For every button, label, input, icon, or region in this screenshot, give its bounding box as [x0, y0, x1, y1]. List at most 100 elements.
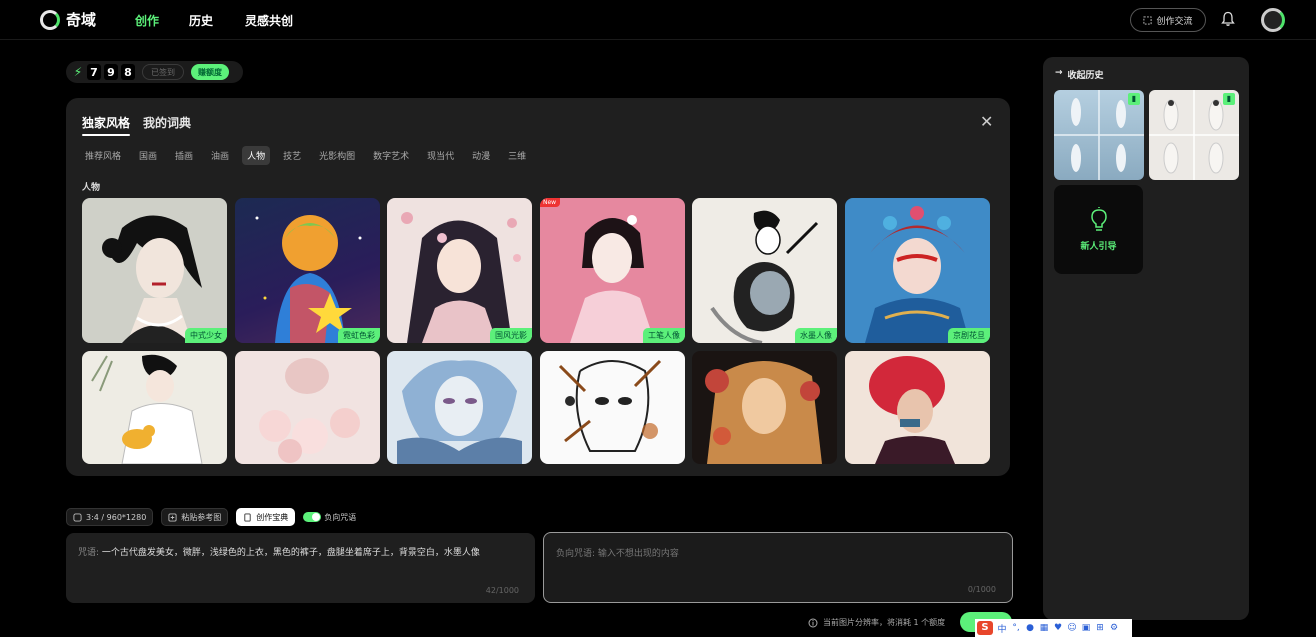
tab-exclusive-styles[interactable]: 独家风格	[82, 114, 131, 136]
book-icon	[244, 512, 251, 522]
history-thumb[interactable]: ▮	[1054, 90, 1144, 180]
history-panel: → 收起历史 ▮ ▮ 新人引导	[1043, 57, 1249, 620]
guide-label: 新人引导	[1080, 242, 1117, 252]
aspect-ratio-button[interactable]: 3:4 / 960*1280	[66, 508, 154, 526]
lightbulb-icon	[1091, 207, 1107, 231]
history-thumb[interactable]: ▮	[1149, 90, 1239, 180]
category-contemporary[interactable]: 现当代	[422, 146, 459, 165]
emoji-icon[interactable]: ☺	[1067, 623, 1077, 633]
exchange-label: 创作交流	[1156, 16, 1193, 27]
ink-splash-face-image	[558, 359, 662, 452]
grid-icon[interactable]: ⊞	[1095, 623, 1105, 633]
bookmark-icon[interactable]: ▮	[1128, 93, 1140, 105]
points-digit: 8	[121, 64, 135, 80]
portrait-image	[102, 215, 202, 343]
avatar[interactable]	[1261, 8, 1285, 32]
style-card[interactable]	[540, 351, 685, 464]
history-title: 收起历史	[1067, 71, 1104, 81]
prompt-text: 咒语: 一个古代盘发美女，微胖，浅绿色的上衣，黑色的裤子，盘腿坐着席子上，背景空…	[78, 545, 480, 558]
style-card[interactable]: 中式少女	[82, 198, 227, 343]
logo-text: 奇域	[66, 11, 97, 29]
peking-opera-image	[865, 206, 970, 343]
ime-language[interactable]: 中	[997, 622, 1007, 635]
category-digital[interactable]: 数字艺术	[368, 146, 414, 165]
style-panel: 独家风格 我的词典 ✕ 推荐风格 国画 插画 油画 人物 技艺 光影构图 数字艺…	[66, 98, 1010, 476]
style-grid: 中式少女 霓虹色彩 国风光影 New 工笔人像 水墨人像 京剧花旦	[82, 198, 990, 464]
negative-count: 0/1000	[967, 585, 996, 594]
collapse-history-button[interactable]: → 收起历史	[1055, 68, 1104, 81]
style-card[interactable]: New 工笔人像	[540, 198, 685, 343]
creation-guide-button[interactable]: 创作宝典	[236, 508, 296, 526]
negative-prompt-input[interactable]: 负向咒语: 输入不想出现的内容 0/1000	[543, 532, 1013, 603]
nav-item-inspiration[interactable]: 灵感共创	[245, 12, 293, 29]
punctuation-icon[interactable]: °,	[1011, 623, 1021, 633]
points-digit: 9	[104, 64, 118, 80]
sogou-logo-icon[interactable]: S	[977, 621, 993, 635]
red-hair-image	[869, 356, 955, 464]
negative-prompt-toggle[interactable]: 负向咒语	[303, 512, 356, 523]
category-guohua[interactable]: 国画	[134, 146, 162, 165]
signed-in-badge: 已签到	[142, 64, 184, 80]
nav-item-history[interactable]: 历史	[189, 12, 213, 29]
logo[interactable]: 奇域	[40, 9, 96, 30]
category-anime[interactable]: 动漫	[467, 146, 495, 165]
style-card[interactable]: 京剧花旦	[845, 198, 990, 343]
guofeng-girl-image	[401, 212, 521, 343]
skin-icon[interactable]: ♥	[1053, 623, 1063, 633]
category-3d[interactable]: 三维	[503, 146, 531, 165]
bell-icon[interactable]	[1221, 11, 1235, 27]
toolbox-icon[interactable]: ▣	[1081, 623, 1091, 633]
paste-reference-button[interactable]: 粘贴参考图	[161, 508, 229, 526]
style-tag: 水墨人像	[795, 328, 837, 343]
style-card[interactable]	[692, 351, 837, 464]
prompt-toolbar: 3:4 / 960*1280 粘贴参考图 创作宝典 负向咒语	[66, 508, 356, 526]
treasure-label: 创作宝典	[256, 512, 289, 522]
style-card[interactable]	[82, 351, 227, 464]
arrow-right-icon: →	[1055, 68, 1063, 78]
exchange-button[interactable]: 创作交流	[1130, 8, 1206, 32]
bookmark-icon[interactable]: ▮	[1223, 93, 1235, 105]
points-digit: 7	[87, 64, 101, 80]
style-card[interactable]	[387, 351, 532, 464]
category-oil[interactable]: 油画	[206, 146, 234, 165]
category-recommended[interactable]: 推荐风格	[80, 146, 126, 165]
autumn-girl-image	[705, 361, 822, 464]
category-people[interactable]: 人物	[242, 146, 271, 165]
newbie-guide-card[interactable]: 新人引导	[1054, 185, 1143, 274]
earn-credits-button[interactable]: 赚额度	[191, 64, 229, 80]
blue-face-image	[397, 360, 522, 464]
gongbi-portrait-image	[570, 215, 655, 343]
ref-label: 粘贴参考图	[181, 512, 222, 522]
style-card[interactable]: 水墨人像	[692, 198, 837, 343]
category-illustration[interactable]: 插画	[170, 146, 198, 165]
top-nav: 奇域 创作 历史 灵感共创 创作交流	[0, 0, 1316, 40]
style-card[interactable]	[235, 351, 380, 464]
style-card[interactable]	[845, 351, 990, 464]
settings-icon[interactable]: ⚙	[1109, 623, 1119, 633]
style-card[interactable]: 国风光影	[387, 198, 532, 343]
ime-toolbar: S 中 °, ● ▦ ♥ ☺ ▣ ⊞ ⚙	[975, 619, 1132, 637]
toggle-switch[interactable]	[303, 512, 322, 522]
category-lighting[interactable]: 光影构图	[314, 146, 360, 165]
prompt-count: 42/1000	[485, 586, 519, 595]
prompt-input[interactable]: 咒语: 一个古代盘发美女，微胖，浅绿色的上衣，黑色的裤子，盘腿坐着席子上，背景空…	[66, 533, 535, 603]
image-add-icon	[168, 512, 177, 522]
style-tag: 国风光影	[490, 328, 532, 343]
style-tag: 工笔人像	[643, 328, 685, 343]
ratio-icon	[73, 512, 82, 522]
info-icon	[808, 618, 818, 627]
duck-lady-image	[91, 354, 203, 464]
section-label: 人物	[82, 183, 101, 193]
points-pill: ⚡ 7 9 8 已签到 赚额度	[66, 61, 243, 83]
nav-item-create[interactable]: 创作	[135, 12, 159, 29]
category-craft[interactable]: 技艺	[278, 146, 306, 165]
ink-portrait-image	[710, 210, 819, 343]
tab-my-dictionary[interactable]: 我的词典	[143, 114, 191, 131]
microphone-icon[interactable]: ●	[1025, 623, 1035, 633]
close-icon[interactable]: ✕	[980, 112, 993, 131]
logo-icon	[40, 9, 60, 30]
lightning-icon: ⚡	[73, 65, 83, 79]
keyboard-icon[interactable]: ▦	[1039, 623, 1049, 633]
style-card[interactable]: 霓虹色彩	[235, 198, 380, 343]
style-tag: 中式少女	[185, 328, 227, 343]
